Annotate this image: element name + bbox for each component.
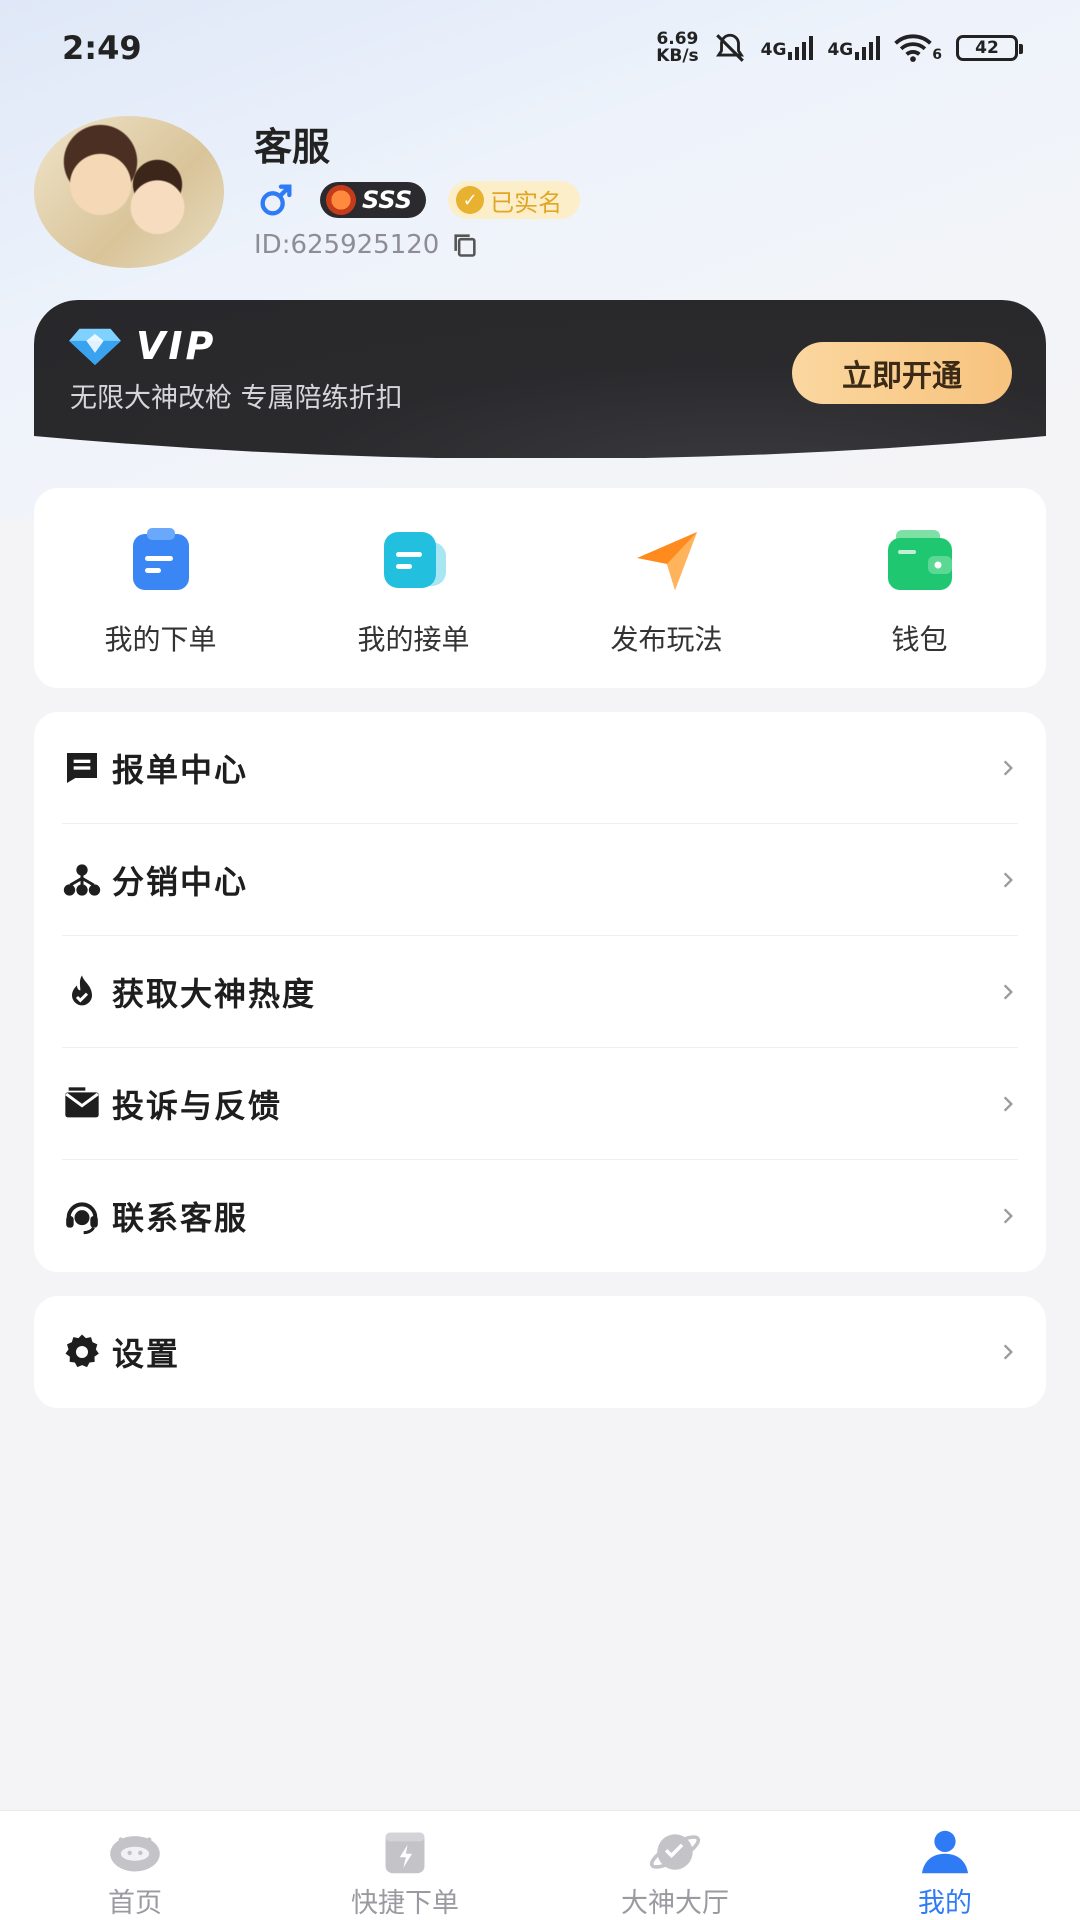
vip-activate-button[interactable]: 立即开通 xyxy=(792,342,1012,404)
chevron-right-icon xyxy=(1003,760,1013,775)
diamond-icon xyxy=(68,327,122,365)
menu-item-label: 获取大神热度 xyxy=(112,974,317,1013)
verified-check-icon: ✓ xyxy=(456,186,485,214)
tab-label: 首页 xyxy=(108,1888,162,1919)
menu-item-contact-support[interactable]: 联系客服 xyxy=(62,1160,1018,1272)
vip-logo: VIP xyxy=(68,324,216,368)
signal-bars-icon xyxy=(855,36,881,60)
medal-icon xyxy=(326,185,356,215)
menu-item-distribution-center[interactable]: 分销中心 xyxy=(62,824,1018,936)
tab-master-hall[interactable]: 大神大厅 xyxy=(540,1811,810,1920)
verified-badge: ✓ 已实名 xyxy=(448,181,581,219)
avatar[interactable] xyxy=(34,116,224,268)
cell-signal-2: 4G xyxy=(827,36,881,60)
menu-item-label: 投诉与反馈 xyxy=(112,1086,283,1125)
gear-icon xyxy=(65,1334,99,1368)
quick-wallet[interactable]: 钱包 xyxy=(793,488,1046,688)
menu-item-label: 分销中心 xyxy=(112,862,249,901)
menu-item-label: 报单中心 xyxy=(112,750,249,789)
paper-plane-icon xyxy=(636,532,697,590)
person-icon xyxy=(922,1830,968,1874)
home-mascot-icon xyxy=(110,1836,160,1872)
chevron-right-icon xyxy=(1003,1208,1013,1224)
vip-title: VIP xyxy=(136,324,217,368)
mail-feedback-icon xyxy=(65,1086,99,1117)
chevron-right-icon xyxy=(1003,872,1013,887)
mute-bell-icon xyxy=(715,33,744,62)
accept-order-icon xyxy=(383,532,446,588)
quick-my-orders[interactable]: 我的下单 xyxy=(34,488,287,688)
verified-badge-text: 已实名 xyxy=(490,188,563,217)
wifi-icon xyxy=(894,34,932,62)
battery-icon: 42 xyxy=(956,35,1023,61)
user-id-row: ID:625925120 xyxy=(254,230,479,260)
quick-label: 我的下单 xyxy=(104,623,217,656)
menu-list: 报单中心 分销中心 获取大神热度 投诉与反馈 联系客服 xyxy=(34,712,1046,1272)
flame-icon xyxy=(72,974,92,1005)
tab-home[interactable]: 首页 xyxy=(0,1811,270,1920)
status-icons: 6.69 KB/s 4G 4G 6 42 xyxy=(656,31,1023,65)
status-time: 2:49 xyxy=(62,29,142,67)
quick-actions: 我的下单 我的接单 发布玩法 钱包 xyxy=(34,488,1046,688)
menu-item-label: 联系客服 xyxy=(112,1199,249,1237)
menu-item-get-heat[interactable]: 获取大神热度 xyxy=(62,936,1018,1048)
tab-label: 大神大厅 xyxy=(621,1888,729,1919)
report-list-icon xyxy=(67,752,97,783)
tab-label: 我的 xyxy=(918,1888,972,1919)
rank-badge-text: SSS xyxy=(362,186,413,214)
tab-label: 快捷下单 xyxy=(351,1888,459,1919)
bottom-tab-bar: 首页 快捷下单 大神大厅 我的 xyxy=(0,1810,1080,1920)
settings-card: 设置 xyxy=(34,1296,1046,1408)
gender-male-icon xyxy=(254,178,298,222)
status-bar: 2:49 6.69 KB/s 4G 4G 6 42 xyxy=(0,0,1080,96)
menu-item-report-center[interactable]: 报单中心 xyxy=(62,712,1018,824)
cell-signal-1: 4G xyxy=(761,36,814,60)
distribution-network-icon xyxy=(63,863,101,896)
wifi: 6 xyxy=(894,33,942,63)
chevron-right-icon xyxy=(1003,1096,1013,1111)
rank-badge: SSS xyxy=(320,182,427,218)
cell-signal-1-label: 4G xyxy=(760,40,787,60)
vip-banner[interactable]: VIP 无限大神改枪 专属陪练折扣 立即开通 xyxy=(34,300,1046,458)
quick-label: 钱包 xyxy=(891,623,948,656)
tab-quick-order[interactable]: 快捷下单 xyxy=(270,1811,540,1920)
quick-order-icon xyxy=(385,1832,425,1874)
user-id: ID:625925120 xyxy=(254,230,440,260)
net-speed: 6.69 KB/s xyxy=(656,31,698,65)
profile-header: 客服 SSS ✓ 已实名 ID:625925120 xyxy=(34,116,1046,276)
quick-accepted-orders[interactable]: 我的接单 xyxy=(287,488,540,688)
headset-icon xyxy=(66,1202,98,1235)
menu-item-complaint-feedback[interactable]: 投诉与反馈 xyxy=(62,1048,1018,1160)
nickname: 客服 xyxy=(254,125,331,169)
chevron-right-icon xyxy=(1003,1344,1013,1360)
menu-item-label: 设置 xyxy=(112,1335,181,1373)
planet-icon xyxy=(649,1834,701,1870)
profile-badges: SSS ✓ 已实名 xyxy=(254,178,581,222)
vip-subtitle: 无限大神改枪 专属陪练折扣 xyxy=(70,383,403,414)
menu-item-settings[interactable]: 设置 xyxy=(62,1296,1018,1408)
order-clipboard-icon xyxy=(132,528,189,590)
quick-label: 发布玩法 xyxy=(610,623,723,656)
battery-level: 42 xyxy=(975,38,999,58)
signal-bars-icon xyxy=(788,36,814,60)
copy-icon[interactable] xyxy=(451,231,479,259)
net-speed-unit: KB/s xyxy=(656,46,699,66)
chevron-right-icon xyxy=(1003,984,1013,999)
wifi-sub: 6 xyxy=(932,47,942,63)
quick-publish-gameplay[interactable]: 发布玩法 xyxy=(540,488,793,688)
wallet-icon xyxy=(887,530,952,590)
tab-mine[interactable]: 我的 xyxy=(810,1811,1080,1920)
quick-label: 我的接单 xyxy=(357,623,470,656)
cell-signal-2-label: 4G xyxy=(827,40,854,60)
